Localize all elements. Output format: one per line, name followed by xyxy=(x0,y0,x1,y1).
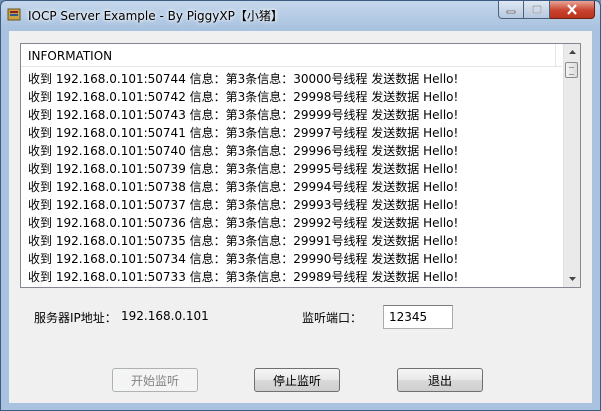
list-item[interactable]: 收到 192.168.0.101:50744 信息：第3条信息：30000号线程… xyxy=(21,70,562,88)
dialog-client-area: INFORMATION 收到 192.168.0.101:50744 信息：第3… xyxy=(9,31,592,403)
list-item[interactable]: 收到 192.168.0.101:50734 信息：第3条信息：29990号线程… xyxy=(21,250,562,268)
maximize-icon xyxy=(531,5,542,14)
list-column-header[interactable]: INFORMATION xyxy=(21,44,562,67)
column-divider[interactable] xyxy=(555,44,556,66)
column-header-information: INFORMATION xyxy=(28,49,113,63)
list-item[interactable]: 收到 192.168.0.101:50736 信息：第3条信息：29992号线程… xyxy=(21,214,562,232)
stop-listening-button[interactable]: 停止监听 xyxy=(254,368,340,392)
list-item[interactable]: 收到 192.168.0.101:50743 信息：第3条信息：29999号线程… xyxy=(21,106,562,124)
close-button[interactable] xyxy=(550,1,595,19)
app-icon xyxy=(7,8,21,21)
minimize-icon xyxy=(506,10,516,13)
listen-port-label: 监听端口： xyxy=(302,311,363,325)
list-item[interactable]: 收到 192.168.0.101:50735 信息：第3条信息：29991号线程… xyxy=(21,232,562,250)
scroll-up-button[interactable] xyxy=(564,44,580,60)
server-ip-value: 192.168.0.101 xyxy=(121,309,209,323)
minimize-button[interactable] xyxy=(498,1,524,19)
list-item[interactable]: 收到 192.168.0.101:50737 信息：第3条信息：29993号线程… xyxy=(21,196,562,214)
list-item[interactable]: 收到 192.168.0.101:50740 信息：第3条信息：29996号线程… xyxy=(21,142,562,160)
exit-button[interactable]: 退出 xyxy=(397,368,483,392)
scrollbar-thumb[interactable] xyxy=(565,62,578,78)
list-item[interactable]: 收到 192.168.0.101:50742 信息：第3条信息：29998号线程… xyxy=(21,88,562,106)
log-list[interactable]: INFORMATION 收到 192.168.0.101:50744 信息：第3… xyxy=(20,43,581,288)
app-window: IOCP Server Example - By PiggyXP【小猪】 INF… xyxy=(0,0,601,411)
server-ip-label: 服务器IP地址： xyxy=(34,311,117,325)
list-item[interactable]: 收到 192.168.0.101:50733 信息：第3条信息：29989号线程… xyxy=(21,268,562,286)
close-icon xyxy=(567,4,577,15)
list-item[interactable]: 收到 192.168.0.101:50738 信息：第3条信息：29994号线程… xyxy=(21,178,562,196)
log-rows: 收到 192.168.0.101:50744 信息：第3条信息：30000号线程… xyxy=(21,70,562,286)
title-bar[interactable]: IOCP Server Example - By PiggyXP【小猪】 xyxy=(1,1,600,29)
listen-port-input[interactable] xyxy=(383,305,453,329)
vertical-scrollbar[interactable] xyxy=(563,44,580,287)
scroll-down-button[interactable] xyxy=(564,271,580,287)
maximize-button[interactable] xyxy=(524,1,550,19)
scroll-up-arrow-icon xyxy=(568,50,576,54)
window-title: IOCP Server Example - By PiggyXP【小猪】 xyxy=(28,9,283,23)
list-item[interactable]: 收到 192.168.0.101:50741 信息：第3条信息：29997号线程… xyxy=(21,124,562,142)
scroll-down-arrow-icon xyxy=(568,277,576,281)
list-item[interactable]: 收到 192.168.0.101:50739 信息：第3条信息：29995号线程… xyxy=(21,160,562,178)
start-listening-button[interactable]: 开始监听 xyxy=(112,368,198,392)
